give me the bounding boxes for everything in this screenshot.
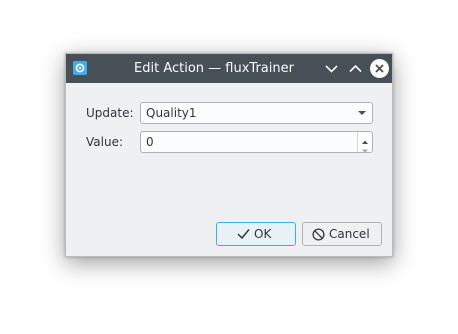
titlebar[interactable]: Edit Action — fluxTrainer — [66, 54, 392, 83]
window-title: Edit Action — fluxTrainer — [134, 61, 294, 76]
update-combobox-value: Quality1 — [146, 106, 197, 120]
minimize-button[interactable] — [322, 59, 341, 78]
spin-down-arrow-icon — [362, 149, 368, 153]
edit-action-dialog: Edit Action — fluxTrainer Update: Qualit… — [65, 53, 393, 257]
app-settings-icon[interactable] — [73, 61, 87, 75]
cancel-button-label: Cancel — [329, 227, 370, 241]
value-spinbox[interactable]: 0 — [140, 131, 373, 153]
chevron-down-icon — [325, 65, 338, 73]
dropdown-arrow-icon — [358, 111, 366, 115]
maximize-button[interactable] — [346, 59, 365, 78]
close-icon — [375, 64, 384, 73]
spin-up-button[interactable] — [358, 132, 372, 144]
update-label: Update: — [86, 106, 134, 120]
chevron-up-icon — [349, 64, 362, 73]
value-label: Value: — [86, 135, 123, 149]
close-button[interactable] — [370, 59, 389, 78]
checkmark-icon — [237, 229, 250, 240]
update-combobox[interactable]: Quality1 — [140, 102, 373, 124]
ok-button-label: OK — [254, 227, 272, 241]
cancel-circle-icon — [312, 228, 325, 241]
value-spinbox-value: 0 — [146, 135, 154, 149]
spin-down-button[interactable] — [358, 142, 372, 153]
ok-button[interactable]: OK — [216, 222, 296, 246]
cancel-button[interactable]: Cancel — [302, 222, 382, 246]
